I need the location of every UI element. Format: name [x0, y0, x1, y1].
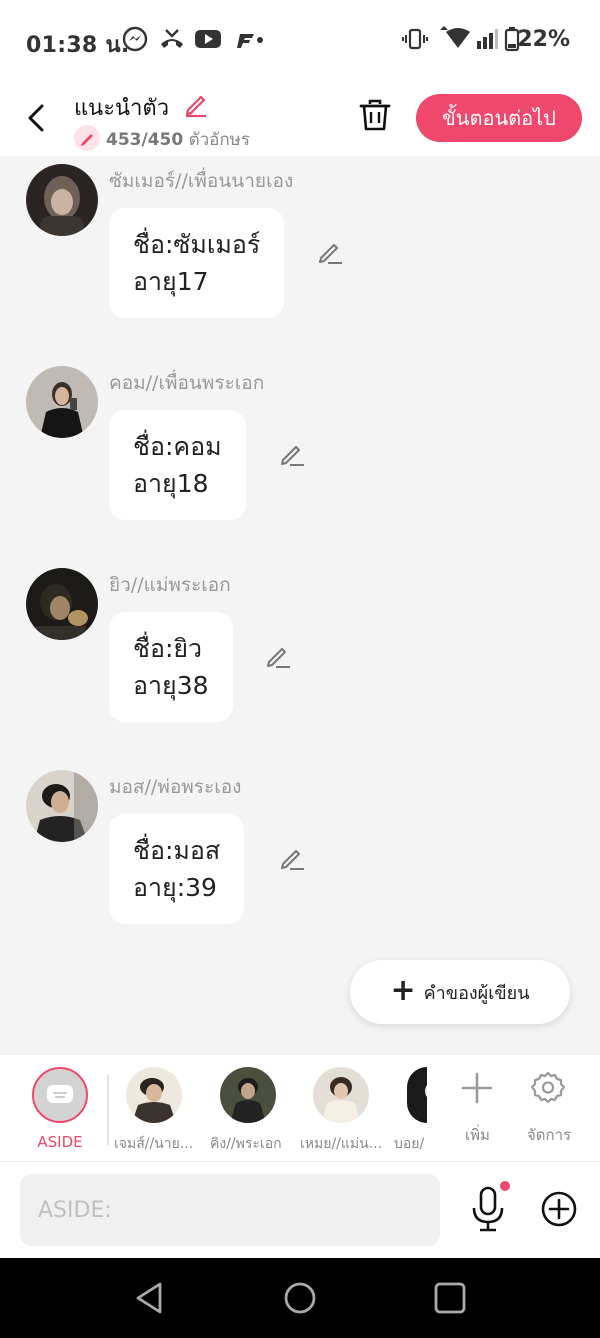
- trash-icon[interactable]: [358, 98, 392, 134]
- char-count-value: 453/450: [106, 130, 184, 150]
- add-character-icon[interactable]: [460, 1071, 494, 1105]
- message-line: อายุ:39: [133, 873, 217, 902]
- back-arrow-icon[interactable]: [22, 98, 52, 138]
- speech-bubble-icon: [47, 1085, 73, 1103]
- avatar[interactable]: [26, 568, 98, 640]
- missed-call-icon: [161, 29, 183, 48]
- edit-message-icon[interactable]: [316, 238, 344, 266]
- chat-area[interactable]: ซัมเมอร์//เพื่อนนายเอง ชื่อ:ซัมเมอร์ อาย…: [0, 156, 600, 1054]
- wifi-icon: [440, 26, 470, 48]
- input-bar: [0, 1162, 600, 1258]
- aside-selector[interactable]: [32, 1067, 88, 1123]
- avatar[interactable]: [26, 164, 98, 236]
- status-time: 01:38 น.: [26, 33, 130, 58]
- edit-message-icon[interactable]: [264, 642, 292, 670]
- sender-name: ซัมเมอร์//เพื่อนนายเอง: [109, 170, 294, 192]
- character-name: บอย/: [394, 1136, 425, 1152]
- battery-percent: 22%: [517, 27, 570, 52]
- author-note-label: คำของผู้เขียน: [423, 982, 530, 1004]
- nav-back-icon[interactable]: [132, 1280, 168, 1316]
- message-bubble[interactable]: ชื่อ:ยิว อายุ38: [109, 612, 233, 722]
- divider: [107, 1075, 109, 1145]
- recording-dot: [500, 1181, 510, 1191]
- character-name: เหมย//แม่น...: [300, 1136, 383, 1152]
- aside-label: ASIDE: [37, 1133, 83, 1151]
- character-name: เจมส์//นาย...: [114, 1136, 194, 1152]
- edit-message-icon[interactable]: [278, 440, 306, 468]
- microphone-icon[interactable]: [470, 1186, 508, 1234]
- character-avatar[interactable]: [407, 1067, 427, 1123]
- add-label[interactable]: เพิ่ม: [465, 1123, 490, 1147]
- app-notification-icon: [237, 34, 263, 48]
- signal-icon: [477, 29, 498, 49]
- char-count-unit: ตัวอักษร: [188, 130, 251, 150]
- author-note-button[interactable]: + คำของผู้เขียน: [350, 960, 570, 1024]
- manage-label[interactable]: จัดการ: [527, 1123, 571, 1147]
- edit-message-icon[interactable]: [278, 844, 306, 872]
- character-name: คิง//พระเอก: [210, 1136, 282, 1152]
- sender-name: คอม//เพื่อนพระเอก: [109, 372, 265, 394]
- character-avatar[interactable]: [220, 1067, 276, 1123]
- edit-title-icon[interactable]: [182, 90, 210, 118]
- aside-input[interactable]: [20, 1174, 440, 1246]
- add-circle-icon[interactable]: [540, 1190, 578, 1228]
- system-nav-bar: [0, 1258, 600, 1338]
- avatar[interactable]: [26, 770, 98, 842]
- message-bubble[interactable]: ชื่อ:คอม อายุ18: [109, 410, 246, 520]
- gear-icon[interactable]: [530, 1070, 566, 1106]
- page-title: แนะนำตัว: [74, 96, 170, 121]
- message-line: อายุ38: [133, 671, 209, 700]
- message-line: อายุ17: [133, 267, 209, 296]
- message-line: ชื่อ:มอส: [133, 836, 221, 865]
- message-line: ชื่อ:ซัมเมอร์: [133, 230, 261, 259]
- character-bar: ASIDE เจมส์//นาย... คิง//พระเอก เหมย//แม…: [0, 1054, 600, 1162]
- message-bubble[interactable]: ชื่อ:มอส อายุ:39: [109, 814, 245, 924]
- header: แนะนำตัว 453/450 ตัวอักษร ขั้นตอนต่อไป: [0, 80, 600, 156]
- vibrate-icon: [402, 28, 428, 50]
- sender-name: ยิว//แม่พระเอก: [109, 574, 231, 596]
- status-bar: 01:38 น. 22%: [0, 0, 600, 80]
- message-bubble[interactable]: ชื่อ:ซัมเมอร์ อายุ17: [109, 208, 285, 318]
- pencil-badge-icon: [74, 125, 100, 151]
- message-line: ชื่อ:ยิว: [133, 634, 203, 663]
- next-step-button[interactable]: ขั้นตอนต่อไป: [416, 94, 582, 142]
- character-avatar[interactable]: [313, 1067, 369, 1123]
- nav-recents-icon[interactable]: [432, 1280, 468, 1316]
- char-count: 453/450 ตัวอักษร: [106, 126, 250, 153]
- youtube-icon: [195, 30, 221, 48]
- messenger-icon: [122, 26, 148, 52]
- message-line: อายุ18: [133, 469, 209, 498]
- character-avatar[interactable]: [126, 1067, 182, 1123]
- message-line: ชื่อ:คอม: [133, 432, 222, 461]
- plus-icon: +: [390, 972, 416, 1008]
- sender-name: มอส//พ่อพระเอง: [109, 776, 242, 798]
- nav-home-icon[interactable]: [282, 1280, 318, 1316]
- avatar[interactable]: [26, 366, 98, 438]
